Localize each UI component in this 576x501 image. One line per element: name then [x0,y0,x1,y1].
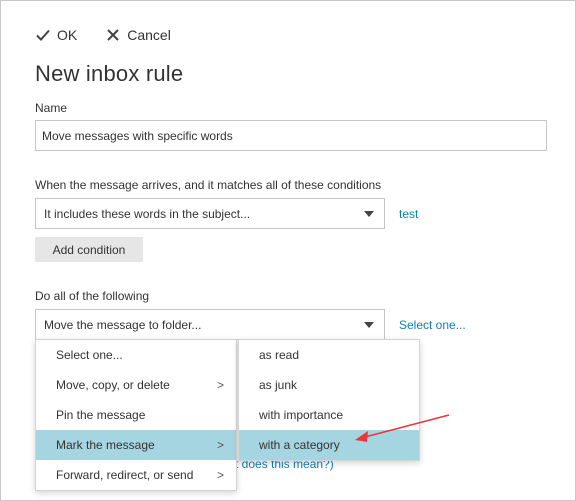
rule-name-input[interactable]: Move messages with specific words [35,120,547,151]
toolbar: OK Cancel [35,25,171,45]
action-select[interactable]: Move the message to folder... [35,309,385,340]
mark-message-submenu: as read as junk with importance with a c… [238,339,420,461]
submenu-item-with-category[interactable]: with a category [239,430,419,460]
submenu-item-label: with a category [259,438,340,452]
submenu-item-as-junk[interactable]: as junk [239,370,419,400]
menu-item-label: Select one... [56,348,123,362]
menu-item-label: Mark the message [56,438,155,452]
submenu-item-label: as junk [259,378,298,392]
menu-item-forward-redirect-send[interactable]: Forward, redirect, or send > [36,460,236,490]
menu-item-mark-message[interactable]: Mark the message > [36,430,236,460]
rule-name-value: Move messages with specific words [42,128,233,143]
caret-down-icon [364,321,374,328]
chevron-right-icon: > [216,378,224,392]
cancel-button-label: Cancel [127,27,171,43]
rule-dialog: OK Cancel New inbox rule Name Move messa… [0,0,576,501]
cancel-button[interactable]: Cancel [105,27,171,43]
submenu-item-with-importance[interactable]: with importance [239,400,419,430]
submenu-item-label: as read [259,348,300,362]
chevron-right-icon: > [216,438,224,452]
checkmark-icon [36,29,50,41]
page-title: New inbox rule [35,61,184,86]
select-one-link[interactable]: Select one... [399,318,466,332]
menu-item-select-one[interactable]: Select one... [36,340,236,370]
actions-label: Do all of the following [35,289,150,303]
test-link[interactable]: test [399,207,418,221]
ok-button-label: OK [57,27,78,43]
condition-select[interactable]: It includes these words in the subject..… [35,198,385,229]
ok-button[interactable]: OK [35,27,77,43]
conditions-label: When the message arrives, and it matches… [35,178,382,192]
name-label: Name [35,101,68,115]
condition-select-value: It includes these words in the subject..… [44,206,251,221]
menu-item-move-copy-delete[interactable]: Move, copy, or delete > [36,370,236,400]
menu-item-label: Pin the message [56,408,146,422]
chevron-right-icon: > [216,468,224,482]
action-dropdown-menu: Select one... Move, copy, or delete > Pi… [35,339,237,491]
close-icon [107,29,119,41]
submenu-item-label: with importance [259,408,344,422]
action-select-value: Move the message to folder... [44,317,202,332]
menu-item-label: Move, copy, or delete [56,378,170,392]
submenu-item-as-read[interactable]: as read [239,340,419,370]
menu-item-label: Forward, redirect, or send [56,468,194,482]
add-condition-button[interactable]: Add condition [35,237,143,262]
menu-item-pin-message[interactable]: Pin the message [36,400,236,430]
caret-down-icon [364,210,374,217]
